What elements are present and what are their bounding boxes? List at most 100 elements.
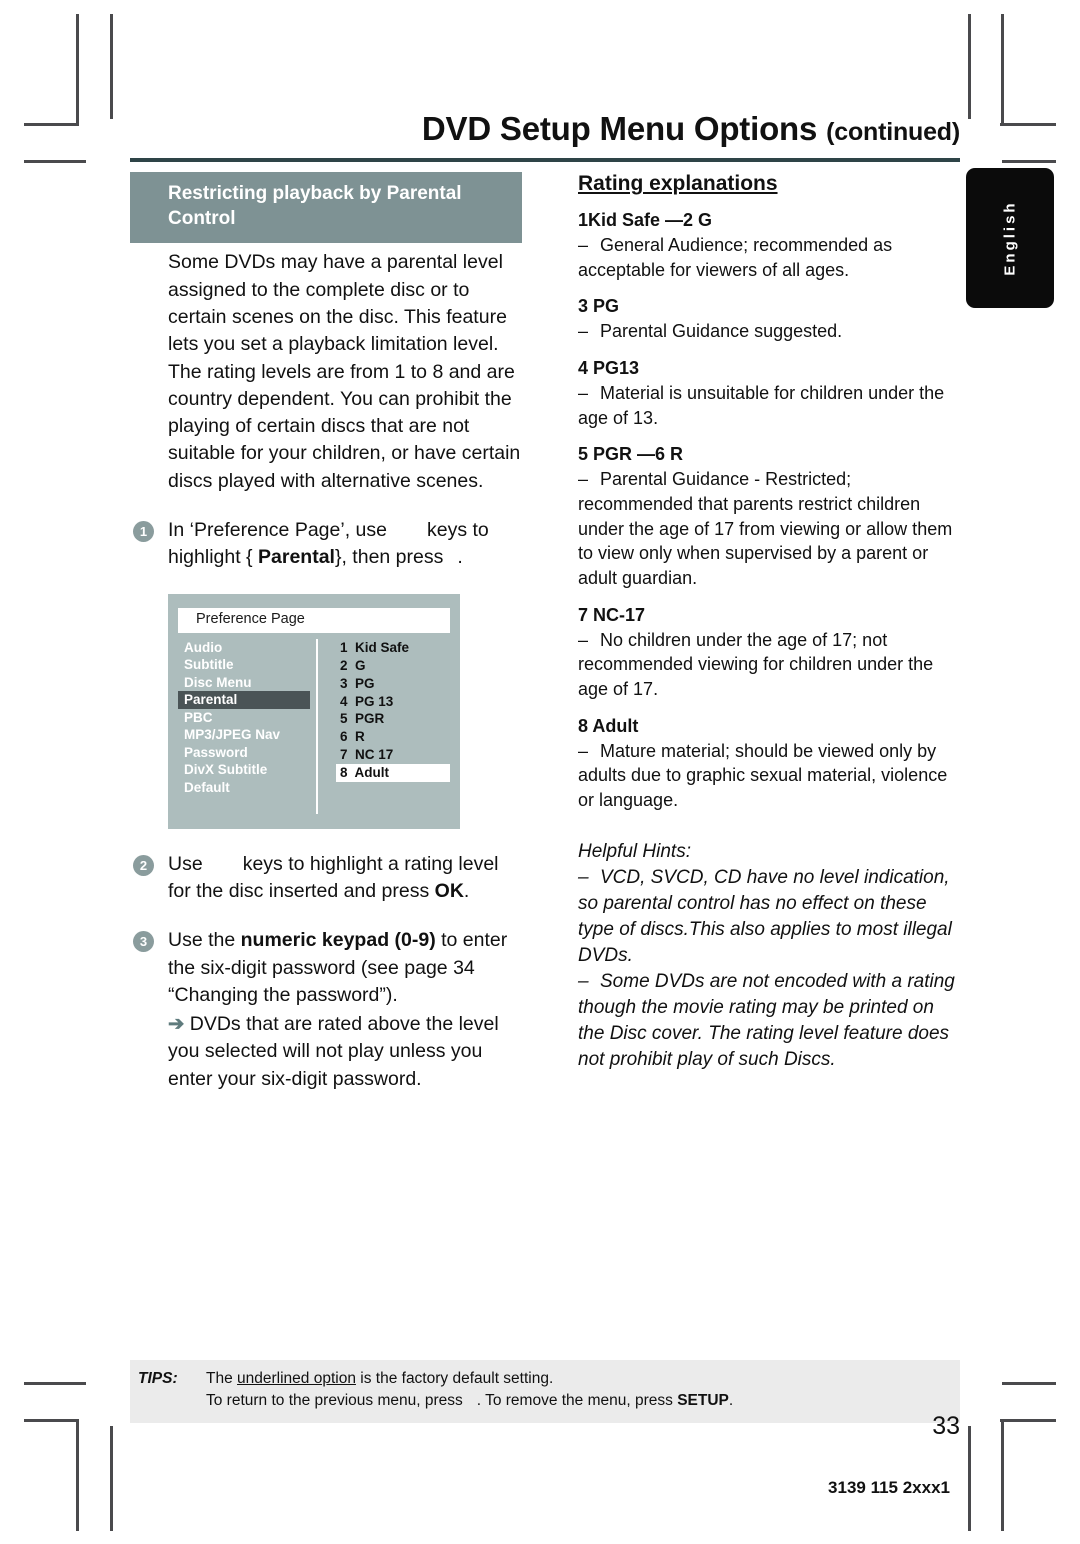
rating-desc-text-4: Parental Guidance - Restricted; recommen… [578,469,953,588]
page-title-continued: (continued) [826,118,960,146]
step-1-parental-label: Parental [258,546,335,569]
dash-bullet-icon-hint-2: – [578,970,589,992]
rating-desc-6: – Mature material; should be viewed only … [578,739,960,813]
tips-line-2-b: . To remove the menu, press [476,1392,673,1410]
osd-title: Preference Page [178,607,450,633]
rating-desc-5: – No children under the age of 17; not re… [578,628,960,702]
osd-menu-item-parental[interactable]: Parental [178,691,310,709]
rating-desc-1: – General Audience; recommended as accept… [578,233,960,282]
osd-option-pg[interactable]: 3 PG [336,675,450,693]
step-2-text-b: keys to highlight a rating level [242,852,499,875]
tips-line-1-b: is the factory default setting. [360,1370,554,1387]
page-header: DVD Setup Menu Options (continued) [130,112,960,145]
tips-label: TIPS: [138,1370,178,1387]
page-number: 33 [932,1412,960,1440]
helpful-hint-text-1: VCD, SVCD, CD have no level indication, … [578,866,952,966]
crop-mark-top-left-horizontal [24,123,79,126]
rating-label-1: 1Kid Safe —2 G [578,210,713,230]
arrow-right-icon: ➔ [168,1013,185,1036]
osd-option-adult[interactable]: 8 Adult [336,764,450,783]
osd-menu-item-subtitle[interactable]: Subtitle [178,656,310,674]
step-2-number: 2 [133,854,154,876]
osd-menu-item-disc-menu[interactable]: Disc Menu [178,674,310,692]
step-1-text-d: }, then press [334,546,444,569]
rating-desc-text-2: Parental Guidance suggested. [600,321,843,342]
step-3-result-line: ➔ DVDs that are rated above the level yo… [168,1011,530,1093]
step-2-text-d: . [463,879,470,902]
left-column: Restricting playback by Parental Control… [130,172,530,1093]
tips-line-2-a: To return to the previous menu, press [206,1392,463,1410]
section-heading-banner: Restricting playback by Parental Control [130,172,522,244]
right-column: Rating explanations 1Kid Safe —2 G – Gene… [578,172,960,1073]
step-2-text-c: for the disc inserted and press [168,879,430,902]
osd-option-kid-safe[interactable]: 1 Kid Safe [336,639,450,657]
osd-menu-list: Audio Subtitle Disc Menu Parental PBC MP… [178,638,318,814]
osd-menu-item-mp3-jpeg-nav[interactable]: MP3/JPEG Nav [178,726,310,744]
osd-menu-item-default[interactable]: Default [178,779,310,797]
tips-line-2-c: . [728,1392,734,1410]
crop-mark-top-right-vertical [1001,14,1004,126]
crop-mark-top-left-horizontal-2 [24,160,86,163]
crop-mark-bottom-left-horizontal-2 [24,1382,86,1385]
osd-screenshot: Preference Page Audio Subtitle Disc Menu… [168,593,460,829]
dash-bullet-icon-2: – [578,321,589,342]
rating-desc-3: – Material is unsuitable for children und… [578,381,960,430]
crop-mark-top-right-horizontal-2 [1002,160,1056,163]
dash-bullet-icon-1: – [578,235,589,255]
helpful-hints: Helpful Hints: – VCD, SVCD, CD have no le… [578,839,960,1073]
step-2: 2 Use keys to highlight a rating level fo… [130,851,530,906]
step-3-text-d: “Changing the password”). [168,983,398,1006]
osd-menu-item-divx-subtitle[interactable]: DivX Subtitle [178,761,310,779]
osd-menu-item-password[interactable]: Password [178,744,310,762]
tips-box: TIPS: The underlined option is the factor… [130,1360,960,1423]
step-3: 3 Use the numeric keypad (0-9) to enter … [130,927,530,1093]
osd-option-r[interactable]: 6 R [336,728,450,746]
crop-mark-bottom-right-vertical [1001,1419,1004,1531]
step-1: 1 In ‘Preference Page’, use keys to highl… [130,517,530,572]
step-3-text-a: Use the [168,929,236,952]
dash-bullet-icon-4: – [578,469,589,490]
rating-desc-2: – Parental Guidance suggested. [578,319,960,344]
crop-mark-bottom-left-vertical-2 [110,1426,113,1531]
rating-label-3: 4 PG13 [578,357,640,378]
crop-mark-bottom-right-horizontal [1000,1419,1056,1422]
osd-body: Audio Subtitle Disc Menu Parental PBC MP… [178,638,450,814]
dash-bullet-icon-6: – [578,740,589,761]
step-2-text-a: Use [168,852,203,875]
osd-option-pg13[interactable]: 4 PG 13 [336,693,450,711]
osd-option-pgr[interactable]: 5 PGR [336,710,450,728]
rating-desc-text-5: No children under the age of 17; not rec… [578,629,934,699]
tips-underlined-option: underlined option [237,1370,356,1387]
osd-menu-item-audio[interactable]: Audio [178,639,310,657]
helpful-hint-text-2: Some DVDs are not encoded with a rating … [578,970,955,1070]
page-title-main: DVD Setup Menu Options [421,110,818,147]
crop-mark-top-right-vertical-2 [968,14,971,119]
osd-option-list: 1 Kid Safe 2 G 3 PG 4 PG 13 5 PGR 6 R 7 … [318,639,450,814]
osd-option-nc17[interactable]: 7 NC 17 [336,746,450,764]
crop-mark-bottom-left-vertical [76,1419,79,1531]
rating-label-2: 3 PG [578,296,620,317]
step-1-text-b: keys to [426,519,489,542]
rating-label-5: 7 NC-17 [578,604,646,625]
crop-mark-top-left-vertical [76,14,79,126]
step-3-number: 3 [133,931,154,953]
dash-bullet-icon-hint-1: – [578,866,589,888]
step-1-number: 1 [133,521,154,543]
header-rule [130,158,960,162]
crop-mark-bottom-right-horizontal-2 [1002,1382,1056,1385]
osd-option-g[interactable]: 2 G [336,657,450,675]
rating-explanations-heading: Rating explanations [578,172,778,195]
helpful-hint-2: – Some DVDs are not encoded with a rating… [578,971,955,1070]
tips-line-1: TIPS: The underlined option is the factor… [130,1368,960,1390]
language-tab-label: English [1001,200,1019,276]
step-1-text-a: In ‘Preference Page’, use [168,519,387,542]
language-tab: English [966,168,1054,308]
rating-desc-text-1: General Audience; recommended as accepta… [578,235,893,280]
step-1-text-c: highlight { [168,546,253,569]
crop-mark-top-left-vertical-2 [110,14,113,119]
step-2-ok-label: OK [434,879,464,902]
rating-desc-text-3: Material is unsuitable for children unde… [578,382,945,428]
rating-label-4: 5 PGR —6 R [578,444,684,465]
rating-desc-text-6: Mature material; should be viewed only b… [578,740,948,810]
osd-menu-item-pbc[interactable]: PBC [178,709,310,727]
